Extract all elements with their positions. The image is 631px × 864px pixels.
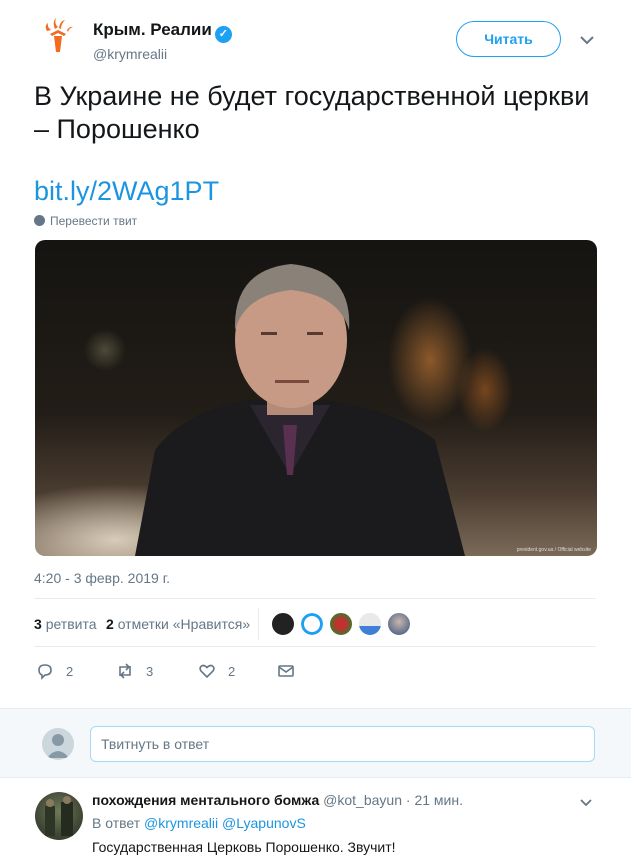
reply-composer [0,708,631,778]
retweets-label[interactable]: ретвита [46,616,97,632]
chevron-down-icon[interactable] [578,31,596,49]
account-name[interactable]: Крым. Реалии ✓ [93,20,232,43]
reply-button[interactable]: 2 [36,660,73,682]
user-avatar[interactable] [42,728,74,760]
retweets-count[interactable]: 3 [34,616,42,632]
globe-icon [34,215,45,226]
photo-credit: president.gov.ua / Official website [516,547,591,553]
retweet-button[interactable]: 3 [116,660,153,682]
likes-count[interactable]: 2 [106,616,114,632]
tweet-photo[interactable]: president.gov.ua / Official website [35,240,597,556]
retweet-icon [119,663,131,679]
envelope-icon [278,665,294,677]
reply-author-name[interactable]: похождения ментального бомжа @kot_bayun … [92,792,463,808]
reply-author-avatar[interactable] [35,792,83,840]
tweet-timestamp[interactable]: 4:20 - 3 февр. 2019 г. [34,570,170,586]
rferl-logo-icon[interactable] [34,14,82,62]
heart-icon [199,664,215,679]
likes-label[interactable]: отметки «Нравится» [118,616,250,632]
reply-author-photo [45,796,73,836]
mention-link[interactable]: @krymrealii [144,815,218,831]
follow-button[interactable]: Читать [456,21,561,57]
direct-message-button[interactable] [277,660,307,682]
likes-stat[interactable]: 2 отметки «Нравится» [106,616,250,632]
translate-tweet-link[interactable]: Перевести твит [34,214,137,228]
divider [258,608,259,640]
liker-avatar[interactable] [357,611,383,637]
account-name-text[interactable]: Крым. Реалии [93,20,212,39]
portrait-photo [135,264,465,556]
reply-tweet-text: Государственная Церковь Порошенко. Звучи… [92,839,396,855]
reply-tweet[interactable]: похождения ментального бомжа @kot_bayun … [0,778,631,864]
reply-prefix: В ответ [92,815,141,831]
liker-avatar[interactable] [328,611,354,637]
reply-icon [38,664,52,680]
reply-author-name-text[interactable]: похождения ментального бомжа [92,792,319,808]
like-count: 2 [228,663,236,679]
account-handle[interactable]: @krymrealii [93,46,167,62]
retweets-stat[interactable]: 3 ретвита [34,616,97,632]
tweet-actions: 2 3 2 [34,660,596,684]
tweet-link[interactable]: bit.ly/2WAg1PT [34,176,219,207]
reply-time[interactable]: · 21 мин. [406,792,463,808]
tweet-text: В Украине не будет государственной церкв… [34,81,590,144]
like-button[interactable]: 2 [198,660,235,682]
divider [34,646,596,647]
liker-avatar[interactable] [386,611,412,637]
verified-badge-icon: ✓ [214,26,232,43]
tweet-header: Крым. Реалии ✓ @krymrealii Читать [34,14,604,70]
liker-avatar[interactable] [270,611,296,637]
tweet-stats: 3 ретвита 2 отметки «Нравится» [34,608,596,640]
divider [34,598,596,599]
reply-author-handle[interactable]: @kot_bayun [323,792,402,808]
chevron-down-icon[interactable] [578,794,594,810]
translate-label[interactable]: Перевести твит [50,214,137,228]
default-user-icon [47,734,69,758]
retweet-count: 3 [146,663,154,679]
reply-count: 2 [66,663,74,679]
mention-link[interactable]: @LyapunovS [222,815,306,831]
reply-context: В ответ @krymrealii @LyapunovS [92,815,306,831]
liker-avatar[interactable] [299,611,325,637]
reply-input[interactable] [90,726,595,762]
